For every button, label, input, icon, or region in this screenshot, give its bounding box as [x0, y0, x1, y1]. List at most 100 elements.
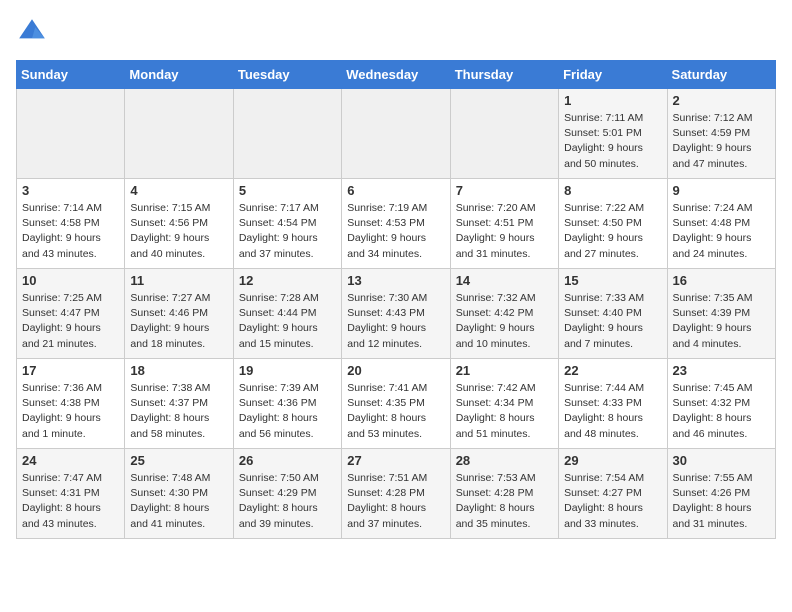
calendar-cell: 9 Sunrise: 7:24 AM Sunset: 4:48 PM Daylig…: [667, 179, 775, 269]
calendar-cell: [450, 89, 558, 179]
weekday-header-sunday: Sunday: [17, 61, 125, 89]
day-number: 25: [130, 453, 227, 468]
day-number: 13: [347, 273, 444, 288]
calendar-cell: 26 Sunrise: 7:50 AM Sunset: 4:29 PM Dayli…: [233, 449, 341, 539]
calendar-cell: 18 Sunrise: 7:38 AM Sunset: 4:37 PM Dayli…: [125, 359, 233, 449]
day-info: Sunrise: 7:53 AM Sunset: 4:28 PM Dayligh…: [456, 471, 553, 532]
day-number: 2: [673, 93, 770, 108]
day-number: 18: [130, 363, 227, 378]
calendar-cell: 8 Sunrise: 7:22 AM Sunset: 4:50 PM Daylig…: [559, 179, 667, 269]
day-number: 5: [239, 183, 336, 198]
day-info: Sunrise: 7:54 AM Sunset: 4:27 PM Dayligh…: [564, 471, 661, 532]
calendar-cell: [17, 89, 125, 179]
calendar-cell: 16Sunrise: 7:35 AM Sunset: 4:39 PM Dayli…: [667, 269, 775, 359]
day-info: Sunrise: 7:50 AM Sunset: 4:29 PM Dayligh…: [239, 471, 336, 532]
day-number: 7: [456, 183, 553, 198]
day-number: 20: [347, 363, 444, 378]
day-info: Sunrise: 7:24 AM Sunset: 4:48 PM Dayligh…: [673, 201, 770, 262]
logo-icon: [16, 16, 48, 48]
calendar-cell: [125, 89, 233, 179]
day-info: Sunrise: 7:14 AM Sunset: 4:58 PM Dayligh…: [22, 201, 119, 262]
day-info: Sunrise: 7:39 AM Sunset: 4:36 PM Dayligh…: [239, 381, 336, 442]
day-info: Sunrise: 7:33 AM Sunset: 4:40 PM Dayligh…: [564, 291, 661, 352]
day-info: Sunrise: 7:45 AM Sunset: 4:32 PM Dayligh…: [673, 381, 770, 442]
calendar-cell: 19Sunrise: 7:39 AM Sunset: 4:36 PM Dayli…: [233, 359, 341, 449]
day-number: 11: [130, 273, 227, 288]
day-info: Sunrise: 7:55 AM Sunset: 4:26 PM Dayligh…: [673, 471, 770, 532]
weekday-header-saturday: Saturday: [667, 61, 775, 89]
calendar-cell: 5Sunrise: 7:17 AM Sunset: 4:54 PM Daylig…: [233, 179, 341, 269]
calendar-week-4: 17 Sunrise: 7:36 AM Sunset: 4:38 PM Dayli…: [17, 359, 776, 449]
day-number: 21: [456, 363, 553, 378]
day-info: Sunrise: 7:25 AM Sunset: 4:47 PM Dayligh…: [22, 291, 119, 352]
day-info: Sunrise: 7:22 AM Sunset: 4:50 PM Dayligh…: [564, 201, 661, 262]
calendar-cell: 23 Sunrise: 7:45 AM Sunset: 4:32 PM Dayli…: [667, 359, 775, 449]
day-info: Sunrise: 7:28 AM Sunset: 4:44 PM Dayligh…: [239, 291, 336, 352]
day-number: 24: [22, 453, 119, 468]
day-info: Sunrise: 7:20 AM Sunset: 4:51 PM Dayligh…: [456, 201, 553, 262]
day-info: Sunrise: 7:42 AM Sunset: 4:34 PM Dayligh…: [456, 381, 553, 442]
calendar-cell: 21 Sunrise: 7:42 AM Sunset: 4:34 PM Dayli…: [450, 359, 558, 449]
calendar-cell: 22Sunrise: 7:44 AM Sunset: 4:33 PM Dayli…: [559, 359, 667, 449]
day-number: 9: [673, 183, 770, 198]
calendar-table: SundayMondayTuesdayWednesdayThursdayFrid…: [16, 60, 776, 539]
day-info: Sunrise: 7:44 AM Sunset: 4:33 PM Dayligh…: [564, 381, 661, 442]
day-number: 16: [673, 273, 770, 288]
day-number: 1: [564, 93, 661, 108]
weekday-header-tuesday: Tuesday: [233, 61, 341, 89]
day-number: 10: [22, 273, 119, 288]
day-info: Sunrise: 7:11 AM Sunset: 5:01 PM Dayligh…: [564, 111, 661, 172]
calendar-week-3: 10 Sunrise: 7:25 AM Sunset: 4:47 PM Dayli…: [17, 269, 776, 359]
weekday-header-thursday: Thursday: [450, 61, 558, 89]
day-info: Sunrise: 7:47 AM Sunset: 4:31 PM Dayligh…: [22, 471, 119, 532]
calendar-cell: 29 Sunrise: 7:54 AM Sunset: 4:27 PM Dayli…: [559, 449, 667, 539]
calendar-cell: 1 Sunrise: 7:11 AM Sunset: 5:01 PM Daylig…: [559, 89, 667, 179]
calendar-cell: 30 Sunrise: 7:55 AM Sunset: 4:26 PM Dayli…: [667, 449, 775, 539]
calendar-cell: 20 Sunrise: 7:41 AM Sunset: 4:35 PM Dayli…: [342, 359, 450, 449]
day-info: Sunrise: 7:36 AM Sunset: 4:38 PM Dayligh…: [22, 381, 119, 442]
day-number: 28: [456, 453, 553, 468]
calendar-cell: 27 Sunrise: 7:51 AM Sunset: 4:28 PM Dayli…: [342, 449, 450, 539]
day-number: 17: [22, 363, 119, 378]
calendar-cell: 3 Sunrise: 7:14 AM Sunset: 4:58 PM Daylig…: [17, 179, 125, 269]
day-number: 12: [239, 273, 336, 288]
day-number: 29: [564, 453, 661, 468]
page-header: [16, 16, 776, 48]
calendar-cell: 4Sunrise: 7:15 AM Sunset: 4:56 PM Daylig…: [125, 179, 233, 269]
day-info: Sunrise: 7:27 AM Sunset: 4:46 PM Dayligh…: [130, 291, 227, 352]
calendar-cell: 6 Sunrise: 7:19 AM Sunset: 4:53 PM Daylig…: [342, 179, 450, 269]
day-info: Sunrise: 7:32 AM Sunset: 4:42 PM Dayligh…: [456, 291, 553, 352]
day-info: Sunrise: 7:12 AM Sunset: 4:59 PM Dayligh…: [673, 111, 770, 172]
logo: [16, 16, 52, 48]
calendar-week-5: 24 Sunrise: 7:47 AM Sunset: 4:31 PM Dayli…: [17, 449, 776, 539]
day-number: 4: [130, 183, 227, 198]
day-number: 27: [347, 453, 444, 468]
calendar-cell: 14 Sunrise: 7:32 AM Sunset: 4:42 PM Dayli…: [450, 269, 558, 359]
day-number: 30: [673, 453, 770, 468]
day-number: 3: [22, 183, 119, 198]
calendar-week-2: 3 Sunrise: 7:14 AM Sunset: 4:58 PM Daylig…: [17, 179, 776, 269]
weekday-header-friday: Friday: [559, 61, 667, 89]
calendar-cell: 12 Sunrise: 7:28 AM Sunset: 4:44 PM Dayli…: [233, 269, 341, 359]
day-number: 26: [239, 453, 336, 468]
day-info: Sunrise: 7:51 AM Sunset: 4:28 PM Dayligh…: [347, 471, 444, 532]
day-number: 14: [456, 273, 553, 288]
day-info: Sunrise: 7:19 AM Sunset: 4:53 PM Dayligh…: [347, 201, 444, 262]
day-info: Sunrise: 7:30 AM Sunset: 4:43 PM Dayligh…: [347, 291, 444, 352]
calendar-cell: 7 Sunrise: 7:20 AM Sunset: 4:51 PM Daylig…: [450, 179, 558, 269]
calendar-cell: 25 Sunrise: 7:48 AM Sunset: 4:30 PM Dayli…: [125, 449, 233, 539]
calendar-cell: [342, 89, 450, 179]
calendar-cell: 15 Sunrise: 7:33 AM Sunset: 4:40 PM Dayli…: [559, 269, 667, 359]
day-info: Sunrise: 7:48 AM Sunset: 4:30 PM Dayligh…: [130, 471, 227, 532]
day-info: Sunrise: 7:38 AM Sunset: 4:37 PM Dayligh…: [130, 381, 227, 442]
calendar-week-1: 1 Sunrise: 7:11 AM Sunset: 5:01 PM Daylig…: [17, 89, 776, 179]
day-number: 23: [673, 363, 770, 378]
day-number: 8: [564, 183, 661, 198]
calendar-cell: 17 Sunrise: 7:36 AM Sunset: 4:38 PM Dayli…: [17, 359, 125, 449]
calendar-cell: 11 Sunrise: 7:27 AM Sunset: 4:46 PM Dayli…: [125, 269, 233, 359]
day-info: Sunrise: 7:41 AM Sunset: 4:35 PM Dayligh…: [347, 381, 444, 442]
calendar-cell: 13 Sunrise: 7:30 AM Sunset: 4:43 PM Dayli…: [342, 269, 450, 359]
day-number: 15: [564, 273, 661, 288]
calendar-cell: 2 Sunrise: 7:12 AM Sunset: 4:59 PM Daylig…: [667, 89, 775, 179]
day-number: 6: [347, 183, 444, 198]
